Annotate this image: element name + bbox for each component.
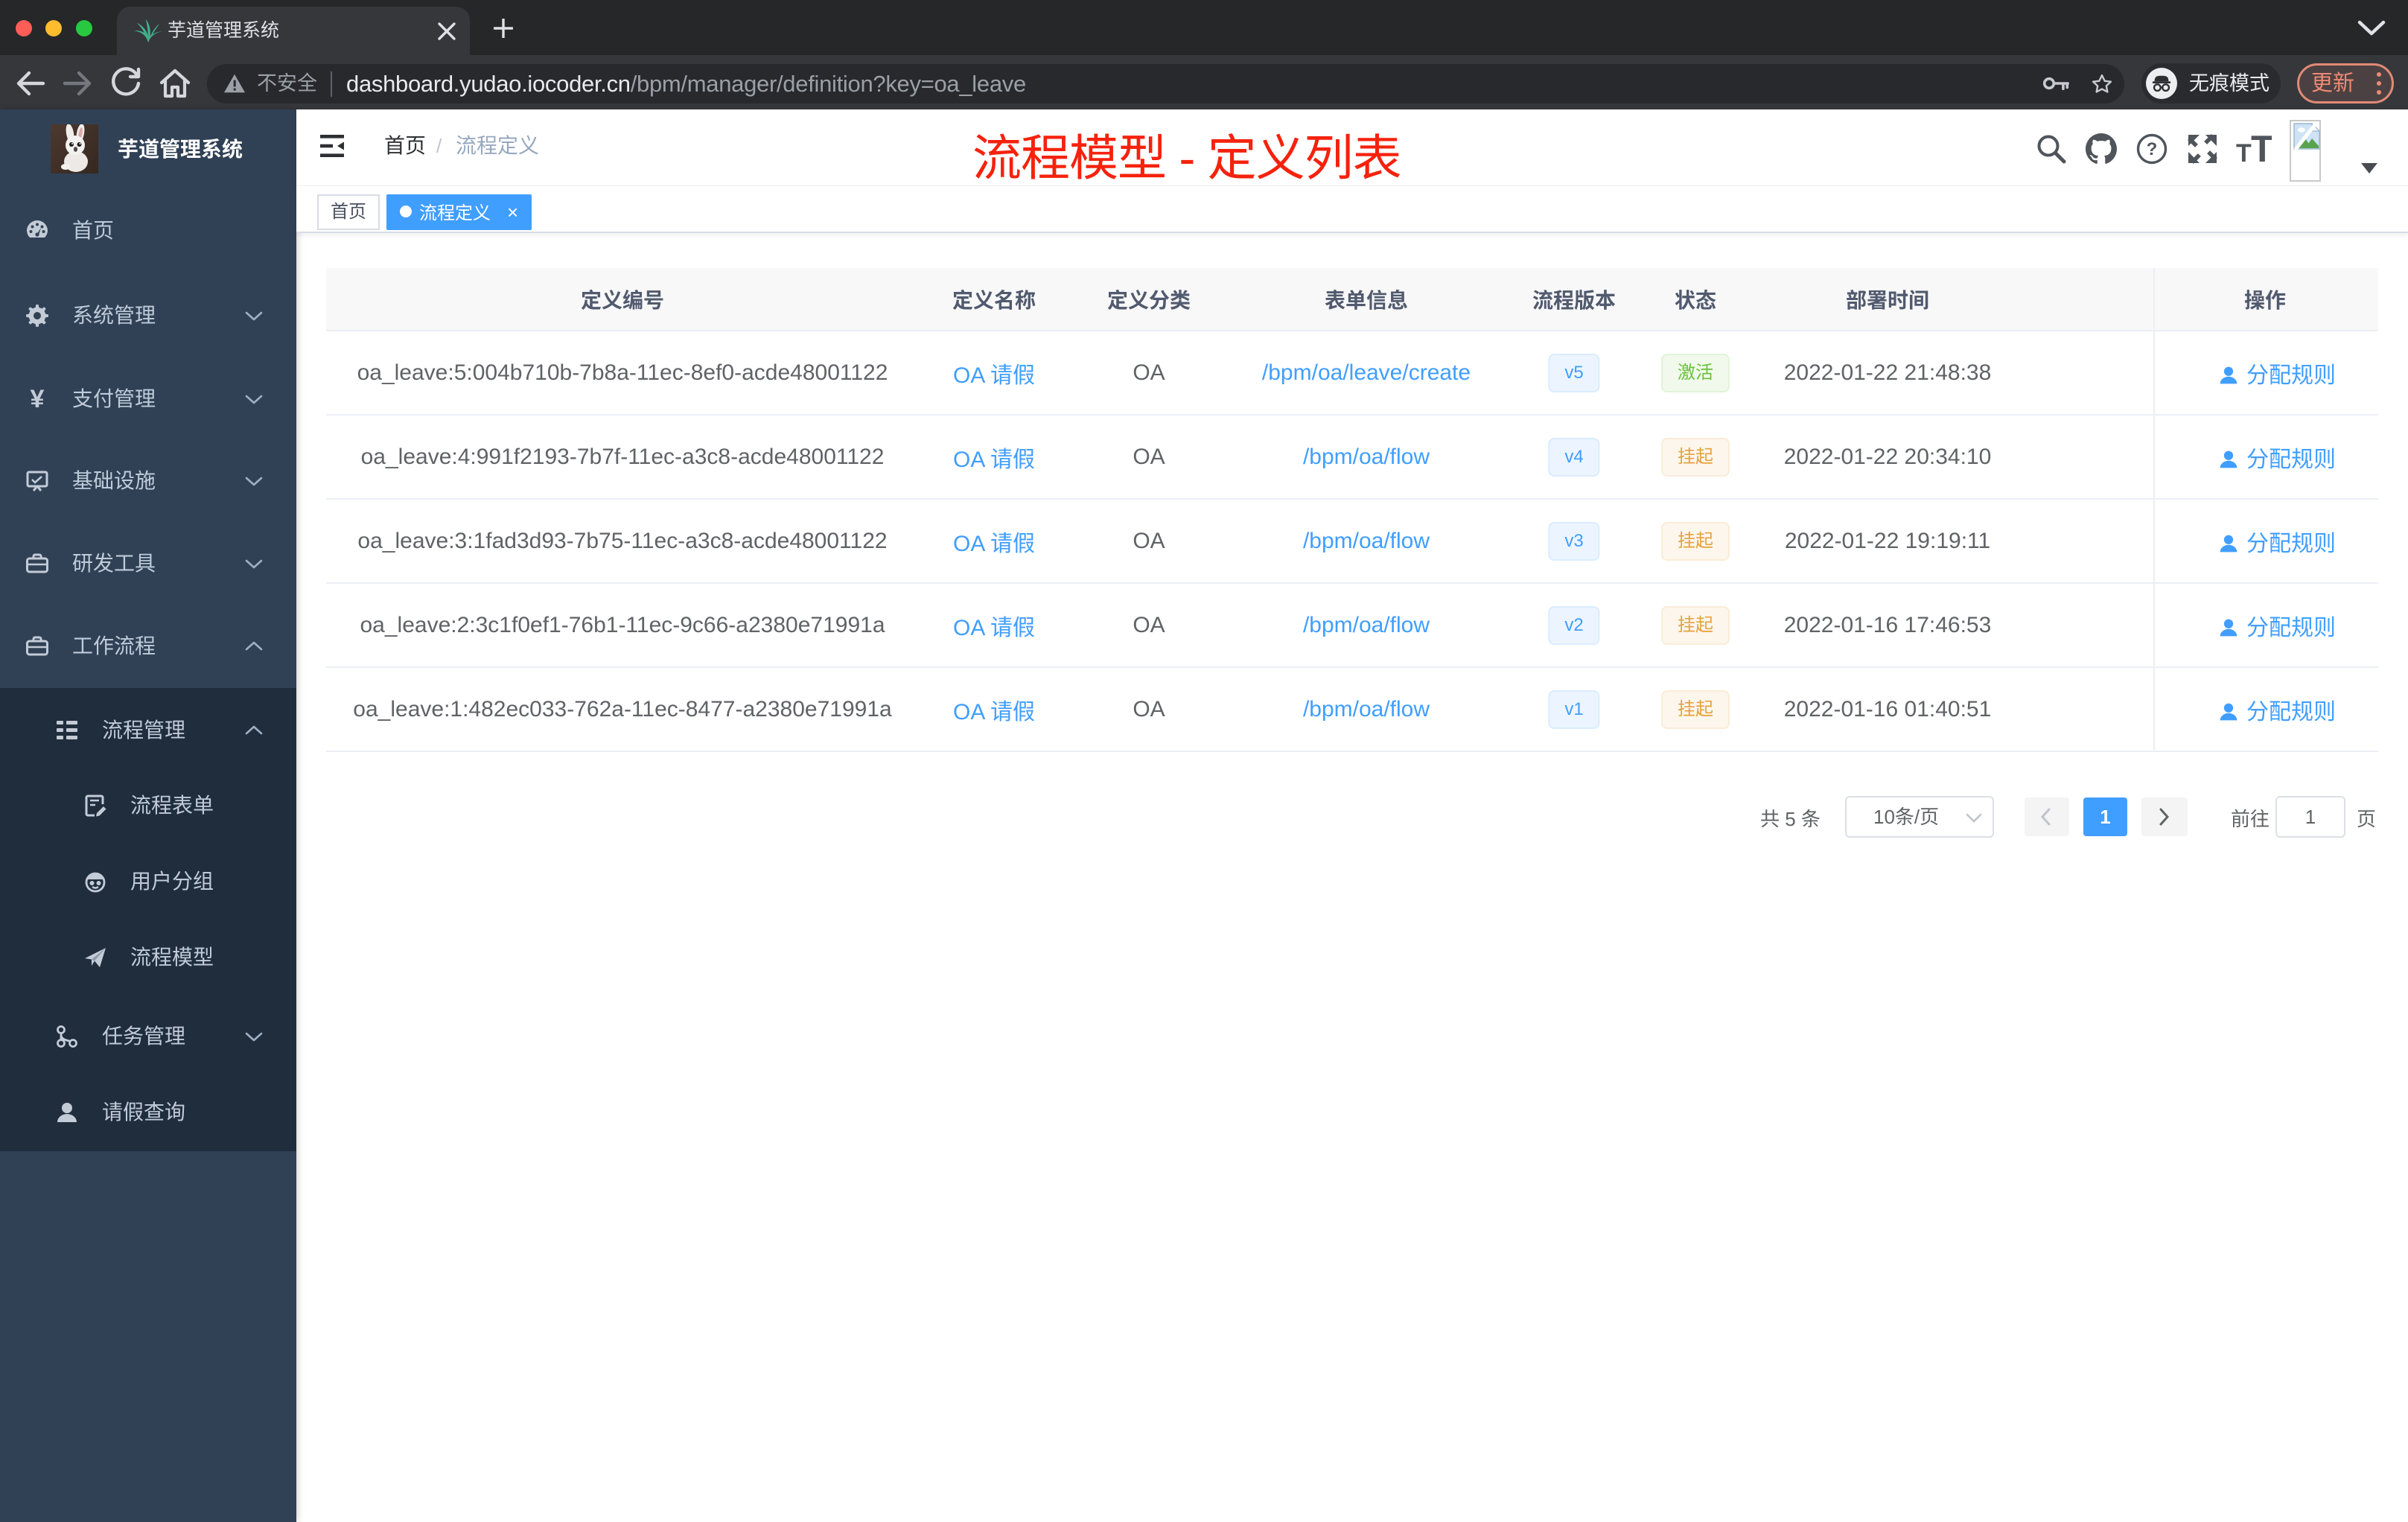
- svg-text:T: T: [2236, 139, 2252, 168]
- svg-text:¥: ¥: [31, 387, 45, 411]
- svg-text:?: ?: [2147, 139, 2158, 159]
- svg-text:T: T: [2251, 130, 2272, 168]
